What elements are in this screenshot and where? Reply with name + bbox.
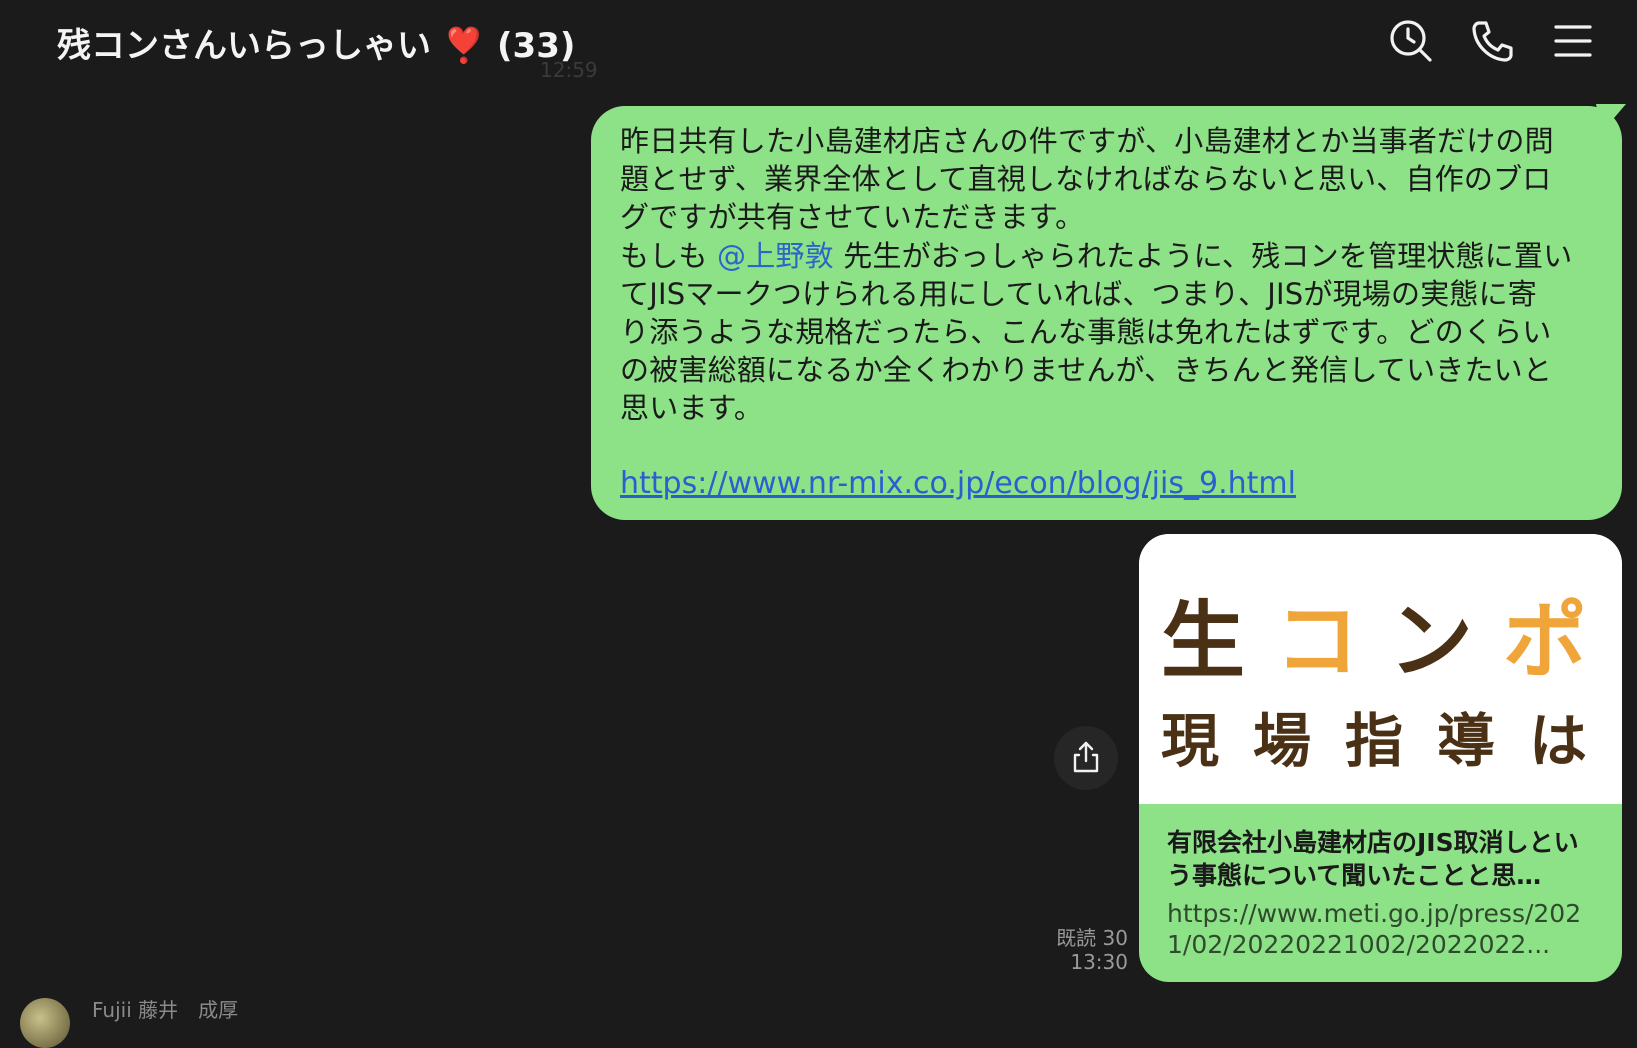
banner-char: ポ bbox=[1503, 592, 1618, 690]
search-clock-icon[interactable] bbox=[1388, 18, 1434, 64]
background-timestamp: 12:59 bbox=[540, 58, 598, 82]
link-preview-card[interactable]: 生コンポ 現場指導は無 有限会社小島建材店のJIS取消しという事態について聞いた… bbox=[1139, 534, 1622, 982]
share-button[interactable] bbox=[1054, 726, 1118, 790]
message-text: 昨日共有した小島建材店さんの件ですが、小島建材とか当事者だけの問 題とせず、業界全… bbox=[620, 122, 1594, 428]
chat-header: 残コンさんいらっしゃい ❣️ (33) 12:59 bbox=[0, 0, 1637, 88]
message-line: り添うような規格だったら、こんな事態は免れたはずです。どのくらい bbox=[620, 315, 1552, 350]
preview-url: https://www.meti.go.jp/press/2021/02/202… bbox=[1167, 899, 1582, 959]
message-prefix: もしも bbox=[620, 238, 718, 273]
read-receipt: 既読 30 13:30 bbox=[1040, 926, 1128, 974]
mention-tag[interactable]: @上野敦 bbox=[717, 239, 834, 273]
banner-row2: 現場指導は無 bbox=[1161, 707, 1622, 775]
message-time: 13:30 bbox=[1070, 950, 1128, 974]
message-line: グですが共有させていただきます。 bbox=[620, 200, 1085, 235]
phone-icon[interactable] bbox=[1469, 18, 1515, 64]
message-link[interactable]: https://www.nr-mix.co.jp/econ/blog/jis_9… bbox=[620, 466, 1594, 501]
avatar[interactable] bbox=[20, 998, 70, 1048]
message-line: 昨日共有した小島建材店さんの件ですが、小島建材とか当事者だけの問 bbox=[620, 124, 1554, 158]
banner-char: 生 bbox=[1161, 592, 1276, 690]
message-suffix: 先生がおっしゃられたように、残コンを管理状態に置い bbox=[833, 238, 1573, 273]
preview-title: 有限会社小島建材店のJIS取消しという事態について聞いたことと思… bbox=[1167, 828, 1579, 890]
chat-title[interactable]: 残コンさんいらっしゃい ❣️ (33) bbox=[57, 18, 575, 67]
banner-row1: 生コンポ bbox=[1161, 574, 1617, 695]
message-bubble[interactable]: 昨日共有した小島建材店さんの件ですが、小島建材とか当事者だけの問 題とせず、業界全… bbox=[591, 106, 1622, 520]
preview-body: 有限会社小島建材店のJIS取消しという事態について聞いたことと思… https:… bbox=[1139, 804, 1622, 960]
banner-char: ン bbox=[1389, 592, 1504, 690]
preview-image: 生コンポ 現場指導は無 bbox=[1139, 534, 1622, 804]
message-line: てJISマークつけられる用にしていれば、つまり、JISが現場の実態に寄 bbox=[620, 276, 1537, 311]
menu-icon[interactable] bbox=[1550, 18, 1596, 64]
banner-char: コ bbox=[1275, 592, 1390, 690]
message-line: の被害総額になるか全くわかりませんが、きちんと発信していきたいと bbox=[620, 353, 1553, 388]
message-line: 思います。 bbox=[620, 391, 764, 426]
read-count: 既読 30 bbox=[1056, 926, 1128, 950]
share-icon bbox=[1073, 741, 1099, 773]
message-line: もしも @上野敦 先生がおっしゃられたように、残コンを管理状態に置い bbox=[620, 237, 1594, 275]
message-line: 題とせず、業界全体として直視しなければならないと思い、自作のブロ bbox=[620, 162, 1552, 197]
